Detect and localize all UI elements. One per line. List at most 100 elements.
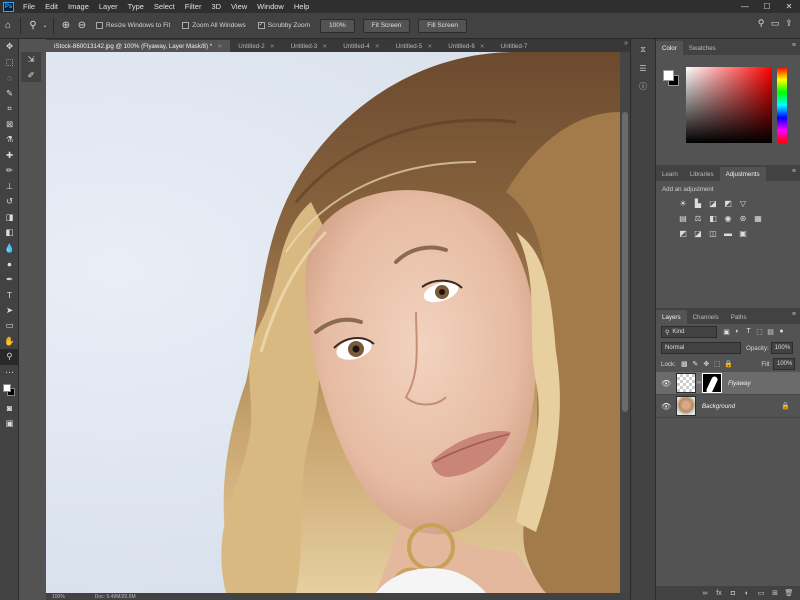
blend-mode-select[interactable]: Normal — [661, 342, 741, 354]
filter-type-icon[interactable]: T — [743, 328, 754, 336]
threshold-icon[interactable]: ◫ — [706, 228, 720, 238]
zoom-tool-icon[interactable]: ⚲ — [25, 18, 41, 34]
brush-tool-icon[interactable]: ✏ — [0, 163, 19, 179]
filter-pixel-icon[interactable]: ▣ — [721, 328, 732, 336]
tab-untitled-3[interactable]: Untitled-3 ✕ — [283, 40, 336, 52]
tab-untitled-4[interactable]: Untitled-4 ✕ — [335, 40, 388, 52]
crop-tool-icon[interactable]: ⌗ — [0, 101, 19, 117]
menu-edit[interactable]: Edit — [40, 2, 63, 11]
eyedropper-tool-icon[interactable]: ⚗ — [0, 132, 19, 148]
close-icon[interactable]: ✕ — [270, 43, 275, 50]
zoom-all-windows-checkbox[interactable]: Zoom All Windows — [182, 22, 246, 29]
fx-icon[interactable]: fx — [712, 590, 726, 597]
workspace-icon[interactable]: ▭ — [768, 18, 782, 29]
tab-libraries[interactable]: Libraries — [684, 167, 720, 181]
tab-untitled-7[interactable]: Untitled-7 — [493, 40, 535, 52]
close-icon[interactable]: ✕ — [217, 43, 222, 50]
posterize-icon[interactable]: ◪ — [691, 228, 705, 238]
color-picker-field[interactable] — [686, 67, 772, 143]
layer-mask-thumbnail[interactable] — [702, 373, 722, 393]
clone-stamp-tool-icon[interactable]: ⊥ — [0, 179, 19, 195]
panel-menu-icon[interactable]: ≡ — [792, 42, 796, 49]
new-adjustment-icon[interactable]: ◐ — [740, 590, 754, 597]
zoom-tool-icon[interactable]: ⚲ — [0, 349, 19, 365]
photo-filter-icon[interactable]: ◉ — [721, 213, 735, 223]
panel-menu-icon[interactable]: ≡ — [792, 311, 796, 318]
close-icon[interactable]: ✕ — [427, 43, 432, 50]
fill-input[interactable]: 100% — [773, 358, 795, 370]
menu-file[interactable]: File — [18, 2, 40, 11]
menu-view[interactable]: View — [226, 2, 252, 11]
filter-adjustment-icon[interactable]: ◐ — [732, 328, 743, 336]
opacity-input[interactable]: 100% — [770, 342, 793, 354]
levels-icon[interactable]: ▙ — [691, 198, 705, 208]
path-selection-tool-icon[interactable]: ➤ — [0, 303, 19, 319]
lock-icon[interactable]: 🔒 — [781, 402, 790, 410]
history-icon[interactable]: ⧖ — [635, 43, 651, 57]
document-canvas[interactable] — [46, 52, 620, 593]
maximize-button[interactable]: ☐ — [756, 0, 778, 13]
status-zoom[interactable]: 100% — [52, 594, 65, 600]
black-white-icon[interactable]: ◧ — [706, 213, 720, 223]
delete-layer-icon[interactable]: 🗑 — [782, 589, 796, 597]
filter-smart-object-icon[interactable]: ▤ — [765, 328, 776, 336]
fit-screen-button[interactable]: Fit Screen — [362, 18, 411, 33]
tab-untitled-5[interactable]: Untitled-5 ✕ — [388, 40, 441, 52]
healing-brush-tool-icon[interactable]: ✚ — [0, 148, 19, 164]
invert-icon[interactable]: ◩ — [676, 228, 690, 238]
vibrance-icon[interactable]: ▽ — [736, 198, 750, 208]
menu-3d[interactable]: 3D — [206, 2, 226, 11]
gradient-map-icon[interactable]: ▬ — [721, 228, 735, 238]
curves-icon[interactable]: ◪ — [706, 198, 720, 208]
zoom-in-icon[interactable]: ⊕ — [58, 18, 74, 34]
hue-slider[interactable] — [777, 67, 787, 143]
filter-toggle-icon[interactable]: ● — [776, 328, 787, 336]
lasso-tool-icon[interactable]: ◌ — [0, 70, 19, 86]
tab-channels[interactable]: Channels — [687, 310, 725, 324]
chevron-double-right-icon[interactable]: » — [624, 40, 628, 47]
more-tools-icon[interactable]: ⋯ — [0, 365, 19, 381]
color-balance-icon[interactable]: ⚖ — [691, 213, 705, 223]
screen-mode-icon[interactable]: ▣ — [0, 416, 19, 432]
layer-name[interactable]: Background — [702, 403, 735, 410]
close-icon[interactable]: ✕ — [480, 43, 485, 50]
menu-type[interactable]: Type — [123, 2, 149, 11]
lock-all-icon[interactable]: 🔒 — [723, 360, 734, 368]
type-tool-icon[interactable]: T — [0, 287, 19, 303]
tab-istock-document[interactable]: iStock-860013142.jpg @ 100% (Flyaway, La… — [46, 40, 231, 52]
zoom-percent-button[interactable]: 100% — [320, 18, 355, 33]
menu-image[interactable]: Image — [63, 2, 94, 11]
tab-color[interactable]: Color — [656, 41, 683, 55]
properties-icon[interactable]: ☰ — [635, 61, 651, 75]
minimize-button[interactable]: — — [734, 0, 756, 13]
scrollbar-thumb[interactable] — [622, 112, 628, 412]
scrubby-zoom-checkbox[interactable]: ✓ Scrubby Zoom — [257, 22, 310, 29]
color-swatches[interactable] — [3, 384, 15, 396]
hue-saturation-icon[interactable]: ▤ — [676, 213, 690, 223]
search-icon[interactable]: ⚲ — [754, 18, 768, 29]
new-layer-icon[interactable]: ⊞ — [768, 589, 782, 597]
color-lookup-icon[interactable]: ▦ — [751, 213, 765, 223]
rectangle-tool-icon[interactable]: ▭ — [0, 318, 19, 334]
selective-color-icon[interactable]: ▣ — [736, 228, 750, 238]
canvas-scrollbar[interactable] — [620, 52, 630, 593]
artboard-tool-icon[interactable]: ⇲ — [21, 52, 41, 68]
new-group-icon[interactable]: ▭ — [754, 589, 768, 597]
share-icon[interactable]: ⇪ — [782, 18, 796, 29]
panel-menu-icon[interactable]: ≡ — [792, 168, 796, 175]
resize-windows-checkbox[interactable]: Resize Windows to Fit — [96, 22, 170, 29]
history-brush-tool-icon[interactable]: ↺ — [0, 194, 19, 210]
marquee-tool-icon[interactable]: ⬚ — [0, 55, 19, 71]
lock-paint-icon[interactable]: ✎ — [690, 360, 701, 368]
add-mask-icon[interactable]: ◘ — [726, 590, 740, 597]
filter-shape-icon[interactable]: ⬚ — [754, 328, 765, 336]
layer-name[interactable]: Flyaway — [728, 380, 751, 387]
eraser-tool-icon[interactable]: ◨ — [0, 210, 19, 226]
menu-help[interactable]: Help — [289, 2, 314, 11]
close-icon[interactable]: ✕ — [375, 43, 380, 50]
lock-position-icon[interactable]: ✥ — [701, 360, 712, 368]
tab-untitled-2[interactable]: Untitled-2 ✕ — [230, 40, 283, 52]
menu-layer[interactable]: Layer — [94, 2, 123, 11]
eye-icon[interactable]: 👁 — [661, 402, 671, 411]
tab-paths[interactable]: Paths — [725, 310, 753, 324]
